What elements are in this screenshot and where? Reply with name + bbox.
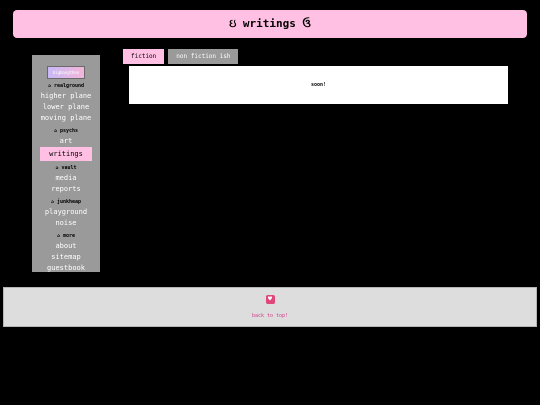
sidebar-item-higher-plane[interactable]: higher plane: [40, 91, 92, 102]
sidebar-section-psychs: ა psychs: [53, 128, 79, 134]
sidebar-item-media[interactable]: media: [40, 173, 92, 184]
tab-content-panel: soon!: [129, 66, 508, 104]
sidebar-section-vault: ა vault: [55, 165, 77, 171]
back-to-top-link[interactable]: back to top!: [252, 313, 288, 319]
sidebar-item-moving-plane[interactable]: moving plane: [40, 113, 92, 124]
tab-non-fiction[interactable]: non fiction ish: [168, 49, 239, 64]
page-title: ઇ writings ઉ: [229, 17, 311, 30]
sidebar-item-guestbook[interactable]: guestbook: [40, 263, 92, 274]
sidebar-section-realground: ა realground: [47, 83, 85, 89]
sidebar-section-junkheap: ა junkheap: [50, 199, 82, 205]
sidebar: bigbangtheo ა realground higher plane lo…: [32, 55, 100, 272]
page-header: ઇ writings ઉ: [13, 10, 527, 38]
sidebar-item-lower-plane[interactable]: lower plane: [40, 102, 92, 113]
sidebar-item-art[interactable]: art: [40, 136, 92, 147]
tab-bar: fiction non fiction ish: [123, 49, 239, 64]
sidebar-item-about[interactable]: about: [40, 241, 92, 252]
site-logo[interactable]: bigbangtheo: [47, 66, 85, 79]
footer: ♥ back to top!: [3, 287, 537, 327]
panel-text: soon!: [310, 82, 327, 88]
sidebar-item-noise[interactable]: noise: [40, 218, 92, 229]
sidebar-item-playground[interactable]: playground: [40, 207, 92, 218]
heart-icon: ♥: [265, 295, 275, 304]
sidebar-section-more: ა more: [56, 233, 76, 239]
tab-fiction[interactable]: fiction: [123, 49, 165, 64]
sidebar-item-reports[interactable]: reports: [40, 184, 92, 195]
sidebar-item-sitemap[interactable]: sitemap: [40, 252, 92, 263]
sidebar-item-writings[interactable]: writings: [40, 147, 92, 161]
